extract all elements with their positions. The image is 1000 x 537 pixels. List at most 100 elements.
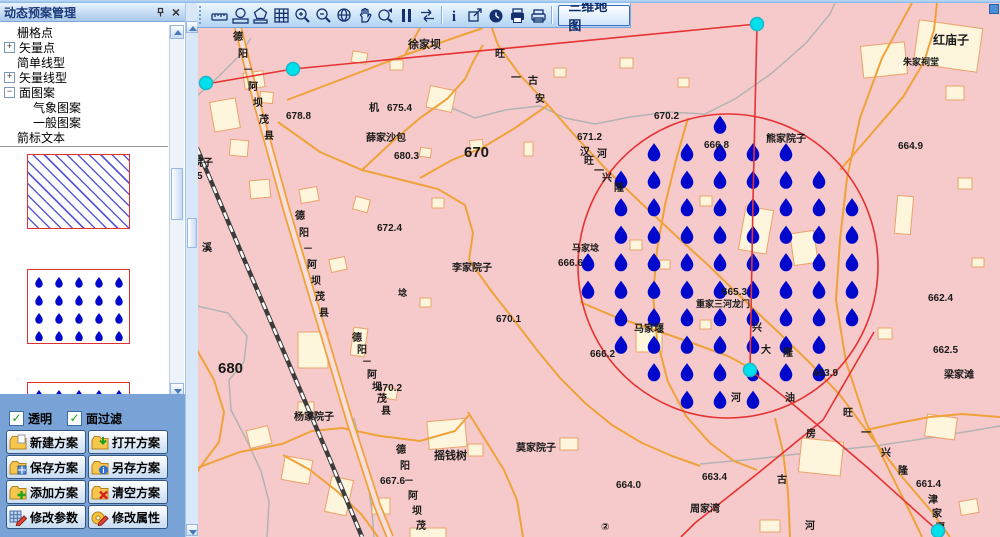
svg-text:旺: 旺	[584, 155, 594, 167]
svg-text:坝: 坝	[311, 274, 321, 287]
plan-actions-panel: ✓ 透明 ✓ 面过滤 新建方案 打开方案保存方案i另存方案添加方案 清空方案修改参数…	[0, 394, 185, 537]
svg-text:旺: 旺	[495, 48, 505, 60]
tree-item-矢量线型[interactable]: +矢量线型	[0, 70, 168, 85]
button-清空方案[interactable]: 清空方案	[88, 480, 168, 504]
button-新建方案[interactable]: 新建方案	[6, 430, 86, 454]
swap-icon[interactable]	[417, 5, 438, 26]
svg-text:安: 安	[535, 92, 545, 105]
scroll-thumb[interactable]	[171, 168, 183, 220]
button-保存方案[interactable]: 保存方案	[6, 455, 86, 479]
svg-text:溪: 溪	[202, 241, 213, 254]
transparency-checkbox-row[interactable]: ✓ 透明	[9, 410, 52, 427]
panel-divider	[0, 146, 168, 147]
svg-text:670.1: 670.1	[496, 314, 521, 325]
zoom-in-icon[interactable]	[292, 5, 313, 26]
svg-text:隆: 隆	[898, 464, 909, 477]
raindrop-pattern-swatch[interactable]	[27, 269, 130, 344]
hatch-pattern-swatch[interactable]	[27, 154, 130, 229]
svg-text:675.4: 675.4	[387, 103, 412, 114]
svg-text:680: 680	[218, 360, 243, 377]
tree-item-栅格点[interactable]: 栅格点	[0, 25, 168, 40]
measure-distance-icon[interactable]	[209, 5, 230, 26]
outer-scroll-thumb[interactable]	[187, 218, 197, 248]
close-icon[interactable]: ×	[169, 5, 183, 19]
svg-text:马家堰: 马家堰	[634, 322, 664, 335]
toolbar-separator	[551, 6, 552, 24]
svg-text:河: 河	[597, 148, 607, 160]
tree-expander-icon[interactable]: +	[4, 42, 15, 53]
tree-item-简单线型[interactable]: 简单线型	[0, 55, 168, 70]
outer-scroll-down-button[interactable]	[186, 524, 198, 536]
measure-polygon-icon[interactable]	[251, 5, 272, 26]
tree-expander-icon[interactable]: +	[4, 72, 15, 83]
zoom-history-icon[interactable]	[375, 5, 396, 26]
svg-text:兴: 兴	[881, 446, 891, 459]
svg-text:茂: 茂	[377, 392, 387, 405]
button-打开方案[interactable]: 打开方案	[88, 430, 168, 454]
svg-text:家: 家	[932, 507, 943, 520]
svg-text:－: －	[303, 244, 313, 255]
button-label: 修改参数	[30, 509, 78, 526]
button-label: 清空方案	[112, 484, 160, 501]
svg-text:红庙子: 红庙子	[933, 32, 969, 47]
pin-icon[interactable]	[153, 5, 167, 19]
svg-text:大: 大	[761, 343, 771, 356]
pause-icon[interactable]	[396, 5, 417, 26]
svg-text:县: 县	[381, 405, 391, 417]
panel-title: 动态预案管理	[0, 4, 153, 21]
transparency-checkbox[interactable]: ✓	[9, 411, 24, 426]
window-corner-icon[interactable]	[989, 4, 999, 14]
svg-text:隆: 隆	[783, 346, 794, 359]
print-dark-icon[interactable]	[507, 5, 528, 26]
svg-text:680.3: 680.3	[394, 151, 419, 162]
svg-text:河: 河	[805, 520, 815, 532]
globe-icon[interactable]	[334, 5, 355, 26]
svg-text:665.3: 665.3	[722, 287, 747, 298]
button-label: 打开方案	[112, 434, 160, 451]
svg-text:徐家坝: 徐家坝	[407, 37, 441, 51]
sidebar-outer-scrollbar[interactable]	[185, 3, 198, 537]
tree-leaf-dash	[20, 103, 29, 112]
scroll-up-button[interactable]	[170, 25, 184, 39]
svg-text:兴: 兴	[752, 321, 762, 334]
export-icon[interactable]	[465, 5, 486, 26]
button-修改属性[interactable]: 修改属性	[88, 505, 168, 529]
map-3d-button[interactable]: 三维地图	[558, 5, 629, 26]
svg-text:坝: 坝	[253, 96, 263, 109]
tree-expander-icon[interactable]: −	[4, 87, 15, 98]
tree-item-箭标文本[interactable]: 箭标文本	[0, 130, 168, 145]
svg-text:莫家院子: 莫家院子	[515, 441, 556, 454]
zoom-out-icon[interactable]	[313, 5, 334, 26]
svg-text:房: 房	[806, 427, 816, 440]
map-canvas[interactable]: 徐家坝红庙子朱家祠堂678.8机675.4薛家沙包680.3670671.2汉河…	[197, 3, 1000, 537]
toolbar-drag-handle[interactable]	[199, 6, 206, 24]
swatch-scrollbar[interactable]	[169, 25, 184, 397]
svg-text:杨家院子: 杨家院子	[294, 410, 334, 423]
svg-text:德: 德	[395, 443, 406, 456]
face-filter-checkbox[interactable]: ✓	[67, 411, 82, 426]
svg-text:德: 德	[351, 331, 362, 344]
svg-text:661.4: 661.4	[916, 479, 941, 490]
button-修改参数[interactable]: 修改参数	[6, 505, 86, 529]
info-icon[interactable]: i	[445, 5, 466, 26]
tree-item-气象图案[interactable]: 气象图案	[0, 100, 168, 115]
snapshot-icon[interactable]	[486, 5, 507, 26]
svg-text:马家埝: 马家埝	[572, 242, 600, 253]
button-添加方案[interactable]: 添加方案	[6, 480, 86, 504]
pan-icon[interactable]	[354, 5, 375, 26]
layer-tree: 栅格点+矢量点简单线型+矢量线型−面图案气象图案一般图案箭标文本	[0, 25, 168, 145]
svg-text:阳: 阳	[238, 48, 248, 60]
svg-text:周家湾: 周家湾	[690, 502, 720, 515]
svg-text:阳: 阳	[299, 227, 309, 239]
tree-item-一般图案[interactable]: 一般图案	[0, 115, 168, 130]
toolbar-separator	[441, 6, 442, 24]
tree-item-面图案[interactable]: −面图案	[0, 85, 168, 100]
button-另存方案[interactable]: i另存方案	[88, 455, 168, 479]
print-icon[interactable]	[528, 5, 549, 26]
measure-area-icon[interactable]	[230, 5, 251, 26]
grid-icon[interactable]	[271, 5, 292, 26]
svg-text:德: 德	[294, 209, 305, 222]
face-filter-checkbox-row[interactable]: ✓ 面过滤	[67, 410, 122, 427]
svg-text:熊家院子: 熊家院子	[766, 132, 806, 145]
tree-item-矢量点[interactable]: +矢量点	[0, 40, 168, 55]
